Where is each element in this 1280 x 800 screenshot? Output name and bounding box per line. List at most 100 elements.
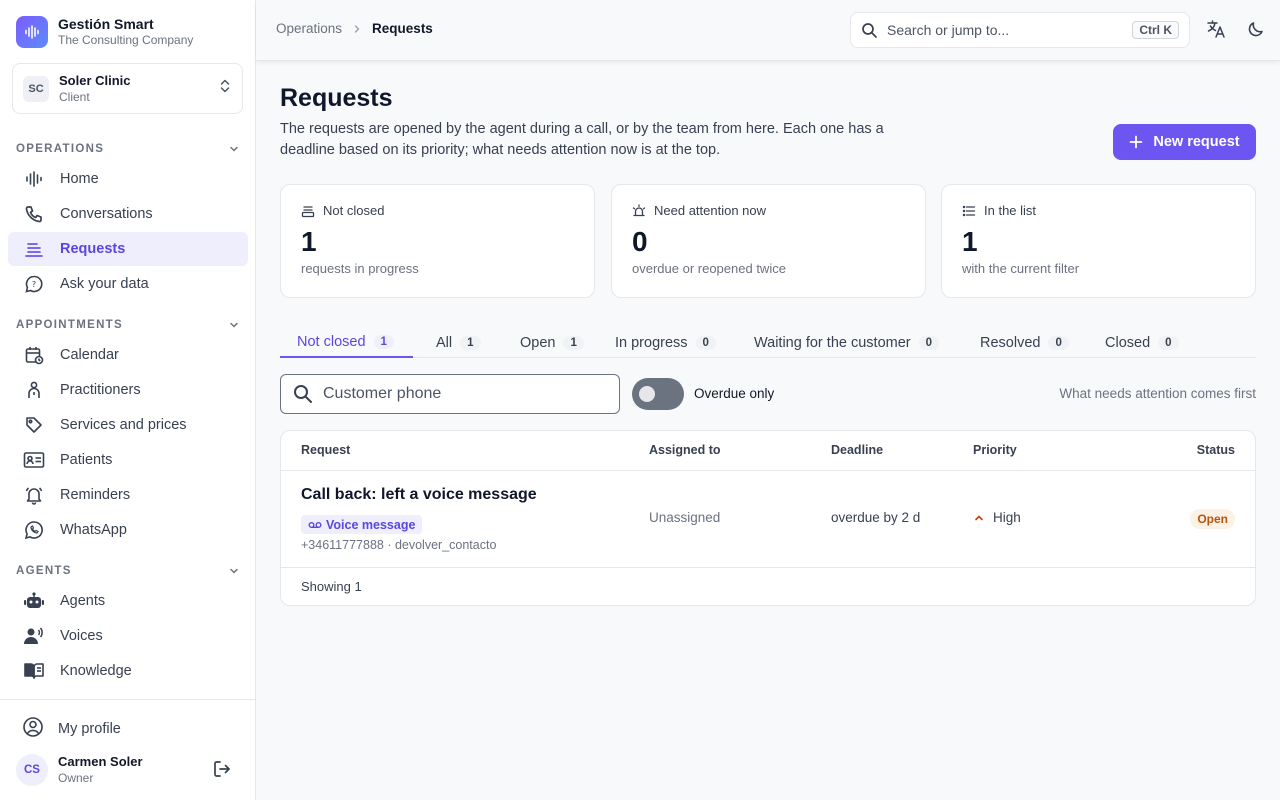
priority-cell: High <box>973 510 1021 525</box>
stat-value: 1 <box>301 226 317 257</box>
sidebar-item-reminders[interactable]: Reminders <box>8 478 248 512</box>
translate-icon[interactable] <box>1206 19 1226 44</box>
topbar: Operations Requests Search or jump to...… <box>256 0 1280 61</box>
my-profile-link[interactable]: My profile <box>22 716 121 742</box>
new-request-button[interactable]: New request <box>1113 124 1256 160</box>
phone-icon <box>22 202 46 226</box>
tab-label: Open <box>520 334 556 351</box>
logout-icon[interactable] <box>212 759 232 784</box>
sidebar-item-calendar[interactable]: Calendar <box>8 338 248 372</box>
customer-phone-input[interactable]: Customer phone <box>280 374 620 414</box>
sidebar-item-voices[interactable]: Voices <box>8 619 248 653</box>
sidebar-item-conversations[interactable]: Conversations <box>8 197 248 231</box>
whatsapp-icon <box>22 518 46 542</box>
sidebar-item-home[interactable]: Home <box>8 162 248 196</box>
user-circle-icon <box>22 716 44 742</box>
client-avatar: SC <box>23 75 49 102</box>
chevron-down-icon <box>230 146 238 152</box>
tab-all[interactable]: All 1 <box>419 327 498 358</box>
robot-icon <box>22 589 46 613</box>
stat-card-not-closed: Not closed 1 requests in progress <box>280 184 595 298</box>
request-type-badge: Voice message <box>301 515 423 534</box>
alarm-icon <box>632 203 646 216</box>
assigned-cell: Unassigned <box>649 510 721 525</box>
customer-phone-placeholder: Customer phone <box>323 385 442 402</box>
stat-subtitle: with the current filter <box>962 261 1080 276</box>
brand-company: The Consulting Company <box>58 33 194 47</box>
deadline-cell: overdue by 2 d <box>831 510 921 525</box>
calendar-icon <box>22 343 46 367</box>
column-header-status: Status <box>1196 443 1235 457</box>
tab-resolved[interactable]: Resolved 0 <box>963 327 1086 358</box>
request-type-label: Voice message <box>326 517 416 532</box>
sidebar-item-label: Knowledge <box>60 663 132 679</box>
search-icon <box>862 22 877 38</box>
sidebar-item-whatsapp[interactable]: WhatsApp <box>8 513 248 547</box>
tab-label: In progress <box>615 334 688 351</box>
tab-open[interactable]: Open 1 <box>503 327 601 358</box>
section-header-operations[interactable]: OPERATIONS <box>8 136 248 162</box>
request-meta: +34611777888 · devolver_contacto <box>301 538 497 552</box>
tab-waiting-for-customer[interactable]: Waiting for the customer 0 <box>737 327 956 358</box>
tab-label: Closed <box>1105 334 1151 351</box>
chevron-up-icon <box>975 514 983 520</box>
stat-card-need-attention: Need attention now 0 overdue or reopened… <box>611 184 926 298</box>
plus-icon <box>1129 135 1143 149</box>
breadcrumb-operations[interactable]: Operations <box>276 21 342 36</box>
section-header-appointments[interactable]: APPOINTMENTS <box>8 312 248 338</box>
chat-bubble-icon: ? <box>22 272 46 296</box>
sidebar-item-practitioners[interactable]: Practitioners <box>8 373 248 407</box>
moon-icon[interactable] <box>1246 19 1266 44</box>
sidebar-item-requests[interactable]: Requests <box>8 232 248 266</box>
sidebar-item-label: Agents <box>60 593 106 609</box>
client-selector[interactable]: SC Soler Clinic Client <box>12 63 243 114</box>
tab-count: 1 <box>460 335 481 350</box>
search-placeholder: Search or jump to... <box>887 22 1010 38</box>
sidebar-item-label: Services and prices <box>60 417 187 433</box>
stat-subtitle: requests in progress <box>301 261 419 276</box>
new-request-label: New request <box>1153 134 1240 150</box>
sidebar-item-label: Patients <box>60 452 113 468</box>
user-role: Owner <box>58 771 94 785</box>
list-icon <box>962 205 976 216</box>
stat-label: Not closed <box>323 203 385 218</box>
sidebar-item-ask-your-data[interactable]: ? Ask your data <box>8 267 248 301</box>
overdue-only-toggle[interactable] <box>632 378 684 410</box>
sidebar-item-label: Home <box>60 171 99 187</box>
sidebar-item-label: Reminders <box>60 487 131 503</box>
column-header-assigned: Assigned to <box>649 443 721 457</box>
sidebar-item-patients[interactable]: Patients <box>8 443 248 477</box>
book-icon <box>22 659 46 683</box>
tab-in-progress[interactable]: In progress 0 <box>598 327 733 358</box>
tab-label: All <box>436 334 453 351</box>
sidebar-item-label: Calendar <box>60 347 119 363</box>
tab-count: 0 <box>1158 335 1179 350</box>
my-profile-label: My profile <box>58 721 121 737</box>
sidebar-footer: My profile CS Carmen Soler Owner <box>0 699 255 800</box>
tab-closed[interactable]: Closed 0 <box>1088 327 1196 358</box>
global-search[interactable]: Search or jump to... Ctrl K <box>850 12 1190 48</box>
stat-label: Need attention now <box>654 203 767 218</box>
sidebar-item-agents[interactable]: Agents <box>8 584 248 618</box>
sidebar-item-label: Practitioners <box>60 382 141 398</box>
table-footer-count: Showing 1 <box>301 579 362 594</box>
client-name: Soler Clinic <box>59 72 131 88</box>
search-icon <box>294 385 312 403</box>
request-title[interactable]: Call back: left a voice message <box>301 486 537 504</box>
sidebar-item-services-and-prices[interactable]: Services and prices <box>8 408 248 442</box>
sidebar-item-label: Ask your data <box>60 276 149 292</box>
avatar: CS <box>16 754 48 786</box>
brand[interactable]: Gestión Smart The Consulting Company <box>16 16 193 48</box>
section-header-agents[interactable]: AGENTS <box>8 558 248 584</box>
tab-not-closed[interactable]: Not closed 1 <box>280 327 413 358</box>
tab-count: 0 <box>918 335 940 350</box>
overdue-only-label: Overdue only <box>694 386 775 401</box>
stat-label: In the list <box>984 203 1037 218</box>
stat-value: 0 <box>632 226 648 257</box>
inbox-icon <box>301 205 315 217</box>
user-name: Carmen Soler <box>58 754 143 769</box>
stat-subtitle: overdue or reopened twice <box>632 261 786 276</box>
tab-count: 0 <box>1048 335 1069 350</box>
section-title: OPERATIONS <box>16 143 105 155</box>
sidebar-item-knowledge[interactable]: Knowledge <box>8 654 248 688</box>
